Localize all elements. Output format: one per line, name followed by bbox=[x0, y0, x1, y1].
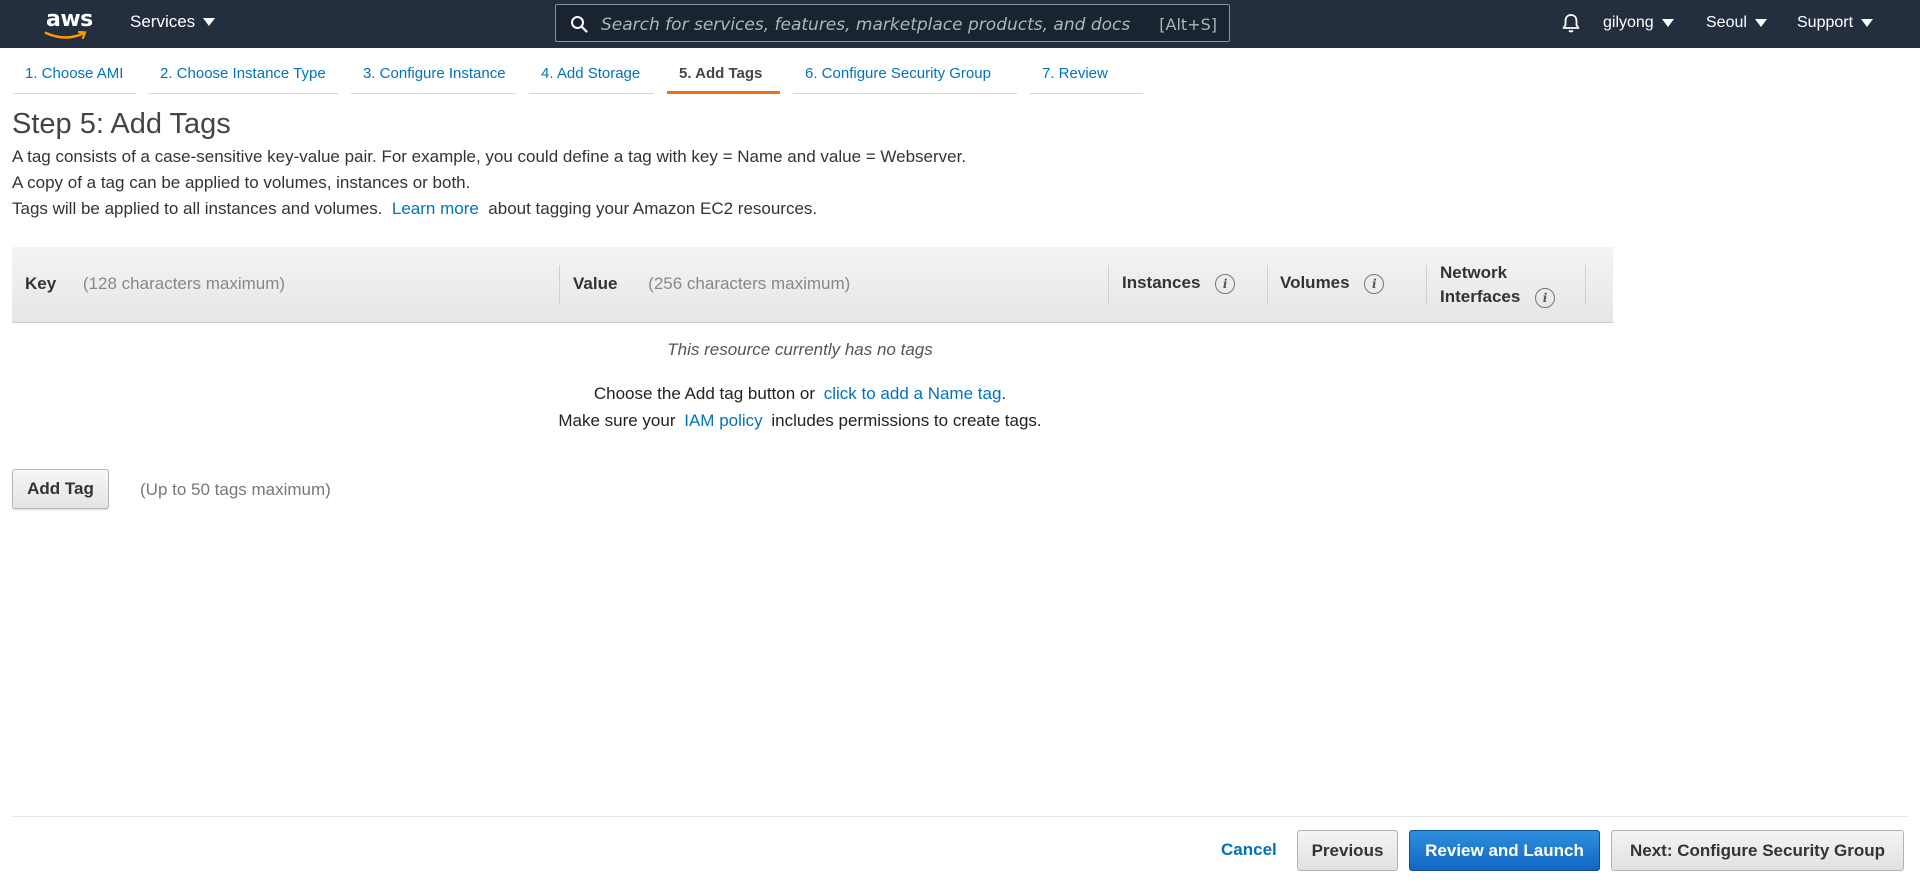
column-value: Value (256 characters maximum) bbox=[573, 274, 850, 294]
description-line-2: A copy of a tag can be applied to volume… bbox=[12, 173, 471, 192]
services-label: Services bbox=[130, 12, 196, 31]
page-title: Step 5: Add Tags bbox=[12, 108, 231, 140]
info-icon[interactable]: i bbox=[1535, 287, 1556, 308]
footer-divider bbox=[12, 816, 1908, 817]
description-line-1: A tag consists of a case-sensitive key-v… bbox=[12, 147, 967, 166]
search-icon bbox=[571, 16, 588, 33]
region-menu[interactable]: Seoul bbox=[1706, 14, 1767, 32]
empty-tags-instruction: Choose the Add tag button or click to ad… bbox=[0, 384, 1600, 404]
notification-bell-icon[interactable] bbox=[1560, 12, 1582, 34]
column-key-label: Key bbox=[25, 274, 57, 293]
aws-logo[interactable]: aws bbox=[40, 6, 94, 42]
column-instances: Instances i bbox=[1122, 273, 1236, 294]
instruction-text: Choose the Add tag button or bbox=[593, 384, 816, 403]
info-icon[interactable]: i bbox=[1364, 273, 1385, 294]
column-divider bbox=[1267, 265, 1268, 305]
column-divider bbox=[1108, 265, 1109, 305]
column-key: Key (128 characters maximum) bbox=[25, 274, 285, 294]
description-line-3-suffix: about tagging your Amazon EC2 resources. bbox=[488, 199, 818, 218]
tab-review[interactable]: 7. Review bbox=[1030, 60, 1143, 94]
tab-configure-instance[interactable]: 3. Configure Instance bbox=[351, 60, 516, 94]
column-volumes: Volumes i bbox=[1280, 273, 1385, 294]
iam-policy-link[interactable]: IAM policy bbox=[684, 411, 762, 430]
tab-choose-instance-type[interactable]: 2. Choose Instance Type bbox=[148, 60, 338, 94]
tag-limit-hint: (Up to 50 tags maximum) bbox=[140, 480, 331, 499]
tab-choose-ami[interactable]: 1. Choose AMI bbox=[13, 60, 136, 94]
tags-table-header: Key (128 characters maximum) Value (256 … bbox=[12, 247, 1613, 323]
add-name-tag-link[interactable]: click to add a Name tag bbox=[824, 384, 1002, 403]
iam-notice-text: Make sure your bbox=[558, 411, 676, 430]
tab-add-storage[interactable]: 4. Add Storage bbox=[529, 60, 654, 94]
services-menu[interactable]: Services bbox=[130, 12, 216, 32]
caret-down-icon bbox=[1861, 19, 1874, 27]
column-network-label-line2: Interfaces bbox=[1440, 287, 1521, 306]
column-divider bbox=[559, 265, 560, 305]
column-key-hint: (128 characters maximum) bbox=[82, 274, 286, 293]
region-label: Seoul bbox=[1706, 14, 1747, 31]
support-label: Support bbox=[1797, 14, 1854, 31]
aws-logo-text: aws bbox=[46, 7, 93, 32]
column-network-interfaces: Network Interfaces i bbox=[1440, 261, 1556, 309]
top-navigation-bar: aws Services Search for services, featur… bbox=[0, 0, 1920, 48]
account-menu[interactable]: gilyong bbox=[1603, 14, 1674, 32]
column-value-hint: (256 characters maximum) bbox=[648, 274, 851, 293]
caret-down-icon bbox=[203, 18, 216, 26]
caret-down-icon bbox=[1754, 19, 1767, 27]
account-username: gilyong bbox=[1603, 14, 1654, 31]
tab-add-tags[interactable]: 5. Add Tags bbox=[667, 60, 780, 94]
iam-policy-notice: Make sure your IAM policy includes permi… bbox=[0, 411, 1600, 431]
column-divider bbox=[1585, 265, 1586, 305]
aws-smile-icon bbox=[44, 30, 87, 40]
support-menu[interactable]: Support bbox=[1797, 14, 1874, 32]
info-icon[interactable]: i bbox=[1215, 273, 1236, 294]
search-shortcut-hint: [Alt+S] bbox=[1159, 15, 1217, 34]
empty-tags-message: This resource currently has no tags bbox=[667, 340, 933, 359]
caret-down-icon bbox=[1661, 19, 1674, 27]
add-tag-button[interactable]: Add Tag bbox=[12, 469, 109, 509]
cancel-link[interactable]: Cancel bbox=[1221, 840, 1277, 860]
description-line-3-text: Tags will be applied to all instances an… bbox=[12, 199, 383, 218]
column-divider bbox=[1426, 265, 1427, 305]
learn-more-link[interactable]: Learn more bbox=[392, 199, 479, 218]
previous-button[interactable]: Previous bbox=[1297, 830, 1398, 871]
next-configure-security-group-button[interactable]: Next: Configure Security Group bbox=[1611, 830, 1904, 871]
description-line-3: Tags will be applied to all instances an… bbox=[12, 199, 817, 219]
column-instances-label: Instances bbox=[1122, 273, 1201, 292]
search-input[interactable]: Search for services, features, marketpla… bbox=[555, 4, 1230, 42]
review-and-launch-button[interactable]: Review and Launch bbox=[1409, 830, 1600, 871]
column-volumes-label: Volumes bbox=[1280, 273, 1350, 292]
instruction-period: . bbox=[1001, 384, 1007, 403]
iam-notice-suffix: includes permissions to create tags. bbox=[771, 411, 1042, 430]
search-placeholder: Search for services, features, marketpla… bbox=[601, 15, 1131, 35]
column-value-label: Value bbox=[573, 274, 618, 293]
tab-configure-security-group[interactable]: 6. Configure Security Group bbox=[793, 60, 1017, 94]
column-network-label-line1: Network bbox=[1440, 263, 1508, 282]
